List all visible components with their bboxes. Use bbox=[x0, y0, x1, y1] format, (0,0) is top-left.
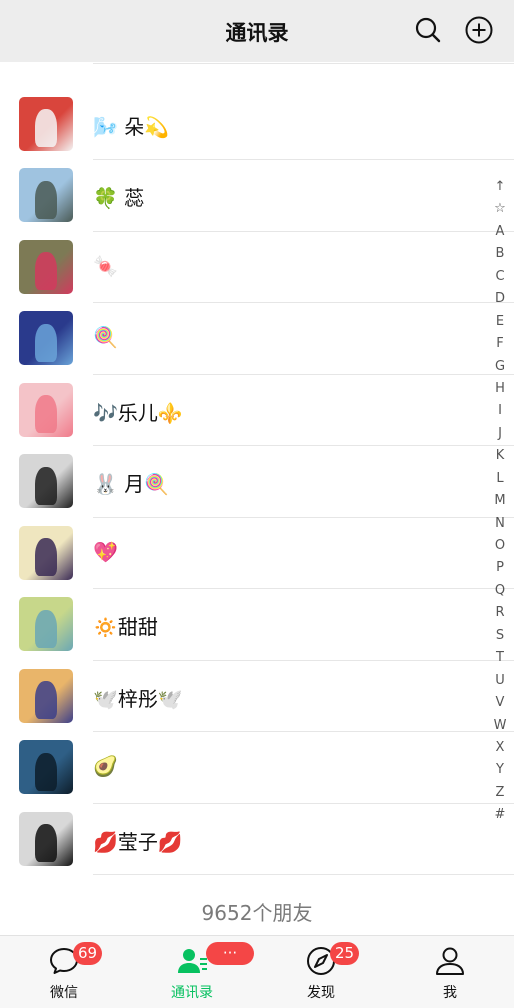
index-letter[interactable]: H bbox=[488, 378, 512, 400]
index-letter[interactable]: I bbox=[488, 400, 512, 422]
index-letter[interactable]: O bbox=[488, 535, 512, 557]
new-friends-badge: ··· bbox=[206, 942, 254, 965]
tab-label: 通讯录 bbox=[171, 985, 213, 1001]
index-letter[interactable]: N bbox=[488, 513, 512, 535]
contact-avatar bbox=[19, 740, 73, 794]
index-letter[interactable]: Y bbox=[488, 759, 512, 781]
tab-label: 我 bbox=[443, 985, 457, 1001]
tab-label: 微信 bbox=[50, 985, 78, 1001]
index-letter[interactable]: E bbox=[488, 311, 512, 333]
plus-circle-icon bbox=[465, 16, 493, 44]
tab-contacts[interactable]: 通讯录 ··· bbox=[128, 936, 256, 1008]
index-letter[interactable]: G bbox=[488, 356, 512, 378]
contact-row[interactable]: 💖 bbox=[0, 518, 514, 589]
tab-label: 发现 bbox=[307, 985, 335, 1001]
contact-row[interactable]: 🔅甜甜 bbox=[0, 589, 514, 661]
search-button[interactable] bbox=[412, 14, 444, 46]
add-button[interactable] bbox=[463, 14, 495, 46]
index-letter[interactable]: X bbox=[488, 737, 512, 759]
index-letter[interactable]: W bbox=[488, 715, 512, 737]
contact-row[interactable]: 💋莹子💋 bbox=[0, 804, 514, 875]
alphabet-index-bar[interactable]: ↑ ☆ A B C D E F G H I J K L M N O P Q R S T U V W X Y Z # bbox=[488, 176, 512, 827]
discover-badge: 25 bbox=[330, 942, 360, 965]
contact-avatar bbox=[19, 239, 73, 294]
contact-name: 🕊️梓彤🕊️ bbox=[93, 686, 183, 711]
person-icon bbox=[436, 947, 464, 975]
contact-row[interactable]: 🌬️ 朵💫 bbox=[0, 89, 514, 160]
contact-name: 🔅甜甜 bbox=[93, 615, 158, 639]
contact-name: 🐰 月🍭 bbox=[93, 472, 170, 496]
index-letter[interactable]: K bbox=[488, 445, 512, 467]
contact-avatar bbox=[19, 668, 73, 723]
index-letter[interactable]: Q bbox=[488, 580, 512, 602]
index-letter[interactable]: Z bbox=[488, 782, 512, 804]
contact-row[interactable]: 🍭 bbox=[0, 303, 514, 375]
index-letter[interactable]: V bbox=[488, 692, 512, 714]
contact-name: 🍭 bbox=[93, 325, 118, 349]
contact-avatar bbox=[19, 811, 73, 866]
unread-badge: 69 bbox=[73, 942, 103, 965]
index-letter[interactable]: P bbox=[488, 557, 512, 579]
index-letter[interactable]: A bbox=[488, 221, 512, 243]
index-letter[interactable]: ↑ bbox=[488, 176, 512, 198]
contact-row[interactable]: 🎶乐儿⚜️ bbox=[0, 375, 514, 446]
contact-list[interactable]: 🌬️ 朵💫 🍀 蕊 🍬 🍭 🎶乐儿⚜️ 🐰 月🍭 💖 🔅甜甜 🕊️梓彤🕊️ 🥑 … bbox=[0, 0, 514, 935]
contact-avatar bbox=[19, 454, 73, 508]
contact-avatar bbox=[19, 597, 73, 651]
tab-me[interactable]: 我 bbox=[386, 936, 514, 1008]
index-letter[interactable]: S bbox=[488, 625, 512, 647]
contact-row[interactable]: 🕊️梓彤🕊️ bbox=[0, 661, 514, 732]
contact-name: 🍬 bbox=[93, 253, 118, 278]
contact-avatar bbox=[19, 382, 73, 437]
divider bbox=[93, 874, 514, 875]
contact-name: 💖 bbox=[93, 539, 118, 564]
search-icon bbox=[415, 17, 441, 43]
contact-row[interactable]: 🥑 bbox=[0, 732, 514, 804]
contact-row[interactable]: 🍀 蕊 bbox=[0, 160, 514, 232]
contacts-icon bbox=[178, 949, 207, 973]
top-bar: 通讯录 bbox=[0, 0, 514, 62]
contact-name: 🎶乐儿⚜️ bbox=[93, 400, 183, 425]
friend-count: 9652个朋友 bbox=[201, 901, 313, 925]
contacts-page: 🌬️ 朵💫 🍀 蕊 🍬 🍭 🎶乐儿⚜️ 🐰 月🍭 💖 🔅甜甜 🕊️梓彤🕊️ 🥑 … bbox=[0, 0, 514, 1008]
index-letter[interactable]: U bbox=[488, 670, 512, 692]
divider bbox=[93, 62, 514, 64]
contact-name: 🥑 bbox=[93, 754, 118, 778]
contact-name: 🍀 蕊 bbox=[93, 186, 145, 210]
contact-name: 🌬️ 朵💫 bbox=[93, 114, 170, 139]
index-letter[interactable]: F bbox=[488, 333, 512, 355]
index-letter[interactable]: L bbox=[488, 468, 512, 490]
contact-row[interactable]: 🍬 bbox=[0, 232, 514, 303]
index-letter[interactable]: B bbox=[488, 243, 512, 265]
index-letter[interactable]: # bbox=[488, 804, 512, 826]
index-letter[interactable]: ☆ bbox=[488, 198, 512, 220]
index-letter[interactable]: R bbox=[488, 602, 512, 624]
tab-chats[interactable]: 微信 69 bbox=[0, 936, 128, 1008]
index-letter[interactable]: M bbox=[488, 490, 512, 512]
contact-row[interactable]: 🐰 月🍭 bbox=[0, 446, 514, 518]
index-letter[interactable]: T bbox=[488, 647, 512, 669]
index-letter[interactable]: J bbox=[488, 423, 512, 445]
contact-avatar bbox=[19, 311, 73, 365]
index-letter[interactable]: C bbox=[488, 266, 512, 288]
index-letter[interactable]: D bbox=[488, 288, 512, 310]
bottom-tab-bar: 微信 69 通讯录 ··· 发现 25 我 bbox=[0, 935, 514, 1008]
contact-name: 💋莹子💋 bbox=[93, 829, 183, 854]
contact-avatar bbox=[19, 96, 73, 151]
contact-avatar bbox=[19, 525, 73, 580]
contact-avatar bbox=[19, 168, 73, 222]
tab-discover[interactable]: 发现 25 bbox=[257, 936, 385, 1008]
